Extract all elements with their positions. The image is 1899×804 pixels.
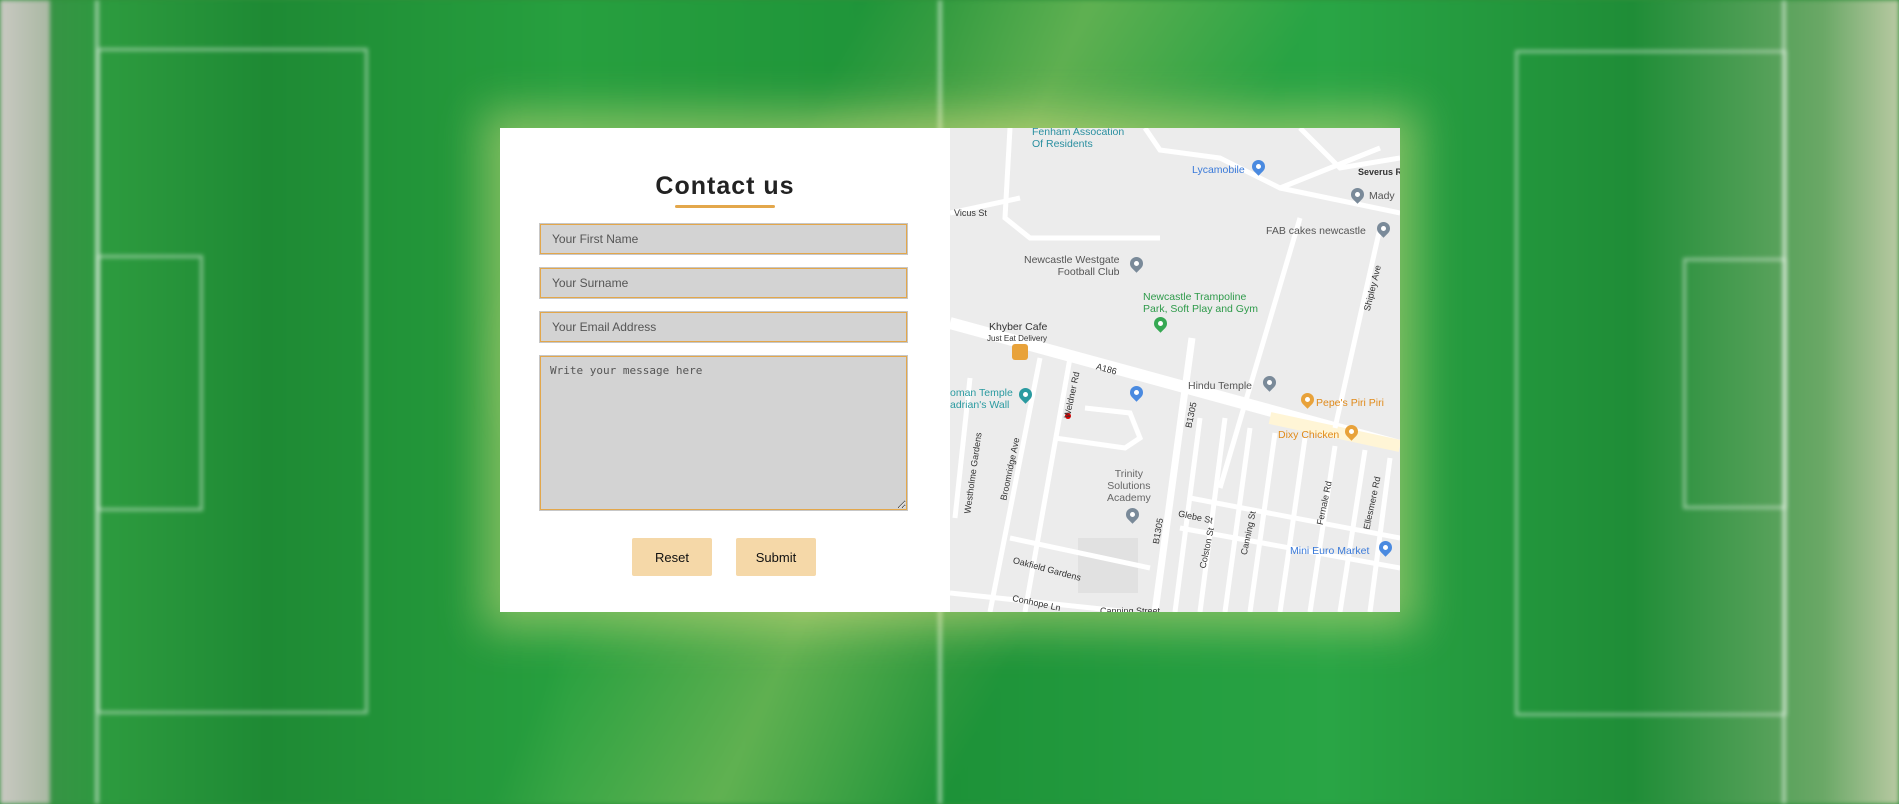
email-input[interactable] bbox=[539, 311, 908, 343]
map-label-lycamobile: Lycamobile bbox=[1192, 164, 1245, 176]
title-underline bbox=[675, 205, 775, 208]
map-label-khyber: Khyber Cafe bbox=[989, 321, 1048, 333]
map-label-westgate: Newcastle Westgate Football Club bbox=[1024, 254, 1120, 278]
page-title: Contact us bbox=[655, 172, 795, 200]
map-label-residents: Fenham Assocation Of Residents bbox=[1032, 128, 1125, 150]
map-label-hindu-temple: Hindu Temple bbox=[1188, 380, 1253, 392]
contact-card: Contact us Reset Submit bbox=[500, 128, 1400, 612]
reset-button[interactable]: Reset bbox=[632, 538, 712, 576]
road-label: Canning Street bbox=[1100, 606, 1161, 612]
contact-form: Contact us Reset Submit bbox=[500, 128, 950, 612]
message-textarea[interactable] bbox=[539, 355, 908, 511]
map-label-pepes: Pepe's Piri Piri bbox=[1316, 397, 1384, 409]
submit-button[interactable]: Submit bbox=[736, 538, 816, 576]
map-label-fab-cakes: FAB cakes newcastle bbox=[1266, 225, 1366, 237]
map-label-mady: Mady bbox=[1369, 190, 1395, 202]
map-label-mini-euro: Mini Euro Market bbox=[1290, 545, 1370, 557]
surname-input[interactable] bbox=[539, 267, 908, 299]
location-map[interactable]: Fenham Assocation Of Residents Lycamobile… bbox=[950, 128, 1400, 612]
map-label-dixy: Dixy Chicken bbox=[1278, 429, 1340, 441]
map-roads bbox=[950, 128, 1400, 612]
cafe-icon[interactable] bbox=[1012, 344, 1028, 360]
first-name-input[interactable] bbox=[539, 223, 908, 255]
map-label-roman-temple: oman Temple adrian's Wall bbox=[950, 387, 1013, 411]
map-label-trampoline: Newcastle Trampoline Park, Soft Play and … bbox=[1143, 291, 1258, 315]
map-label-severus: Severus R bbox=[1358, 167, 1400, 177]
road-label: Vicus St bbox=[954, 208, 987, 218]
map-label-trinity: Trinity Solutions Academy bbox=[1107, 468, 1151, 504]
